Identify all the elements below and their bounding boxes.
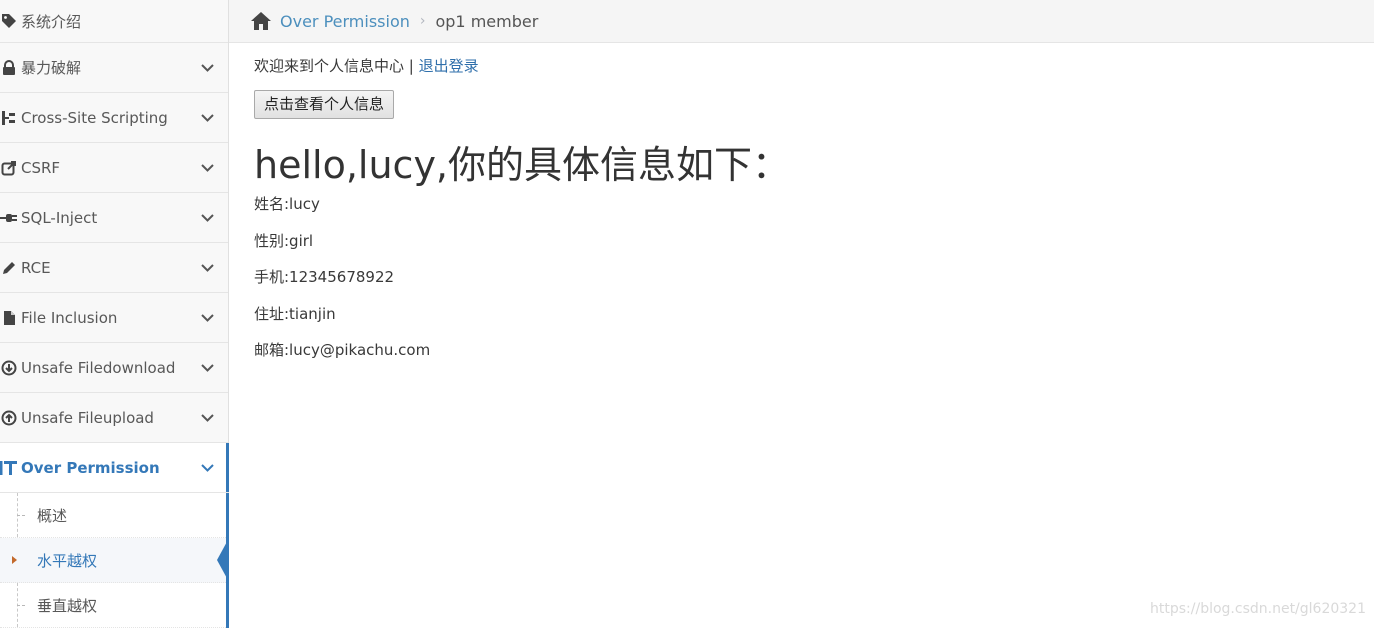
upload-circle-icon — [0, 409, 18, 427]
logout-link[interactable]: 退出登录 — [419, 57, 479, 75]
sidebar-item-unsafe-filedownload[interactable]: Unsafe Filedownload — [0, 343, 228, 393]
share-icon — [0, 159, 18, 177]
sidebar-item-rce[interactable]: RCE — [0, 243, 228, 293]
active-pointer — [217, 538, 229, 582]
lock-icon — [0, 59, 18, 77]
sidebar-item-label: Unsafe Filedownload — [21, 358, 176, 377]
sidebar: 系统介绍 暴力破解 Cross-Site Scripting CSRF SQL-… — [0, 0, 229, 628]
plug-icon — [0, 209, 18, 227]
download-circle-icon — [0, 359, 18, 377]
submenu-item-label: 垂直越权 — [37, 596, 98, 615]
pencil-icon — [0, 259, 18, 277]
chevron-down-icon — [200, 261, 214, 275]
submenu-item-vertical[interactable]: 垂直越权 — [0, 583, 228, 628]
breadcrumb: Over Permission › op1 member — [229, 0, 1374, 43]
sidebar-item-label: 系统介绍 — [21, 12, 82, 31]
profile-phone: 手机:12345678922 — [254, 268, 395, 286]
welcome-text: 欢迎来到个人信息中心 | — [254, 57, 419, 75]
sidebar-item-label: Cross-Site Scripting — [21, 108, 168, 127]
profile-info: 姓名:lucy 性别:girl 手机:12345678922 住址:tianji… — [254, 193, 1374, 361]
tag-icon — [0, 12, 18, 30]
file-icon — [0, 309, 18, 327]
caret-right-icon — [12, 556, 17, 564]
submenu-item-horizontal[interactable]: 水平越权 — [0, 538, 229, 583]
watermark: https://blog.csdn.net/gl620321 — [1150, 601, 1366, 617]
sidebar-item-label: RCE — [21, 258, 51, 277]
profile-name: 姓名:lucy — [254, 195, 320, 213]
chevron-down-icon — [200, 211, 214, 225]
sidebar-item-brute-force[interactable]: 暴力破解 — [0, 43, 228, 93]
sidebar-item-label: 暴力破解 — [21, 59, 82, 77]
breadcrumb-current: op1 member — [435, 11, 539, 31]
over-permission-submenu: 概述 水平越权 垂直越权 — [0, 493, 229, 628]
sidebar-item-label: SQL-Inject — [21, 208, 98, 227]
submenu-item-label: 概述 — [37, 506, 68, 525]
sidebar-item-file-inclusion[interactable]: File Inclusion — [0, 293, 228, 343]
chevron-down-icon — [200, 161, 214, 175]
sitemap-icon — [0, 109, 18, 127]
chevron-down-icon — [200, 361, 214, 375]
breadcrumb-link-over-permission[interactable]: Over Permission — [280, 12, 410, 31]
profile-address: 住址:tianjin — [254, 304, 336, 323]
sidebar-item-label: Over Permission — [21, 458, 160, 477]
chevron-down-icon — [200, 111, 214, 125]
profile-gender: 性别:girl — [254, 231, 314, 250]
view-profile-button[interactable]: 点击查看个人信息 — [254, 90, 395, 119]
chevron-down-icon — [200, 311, 214, 325]
submenu-item-label: 水平越权 — [37, 551, 98, 570]
sidebar-item-label: CSRF — [21, 158, 61, 177]
main-content: 欢迎来到个人信息中心 | 退出登录 点击查看个人信息 hello,lucy,你的… — [254, 55, 1374, 361]
chevron-down-icon — [200, 411, 214, 425]
breadcrumb-separator-icon: › — [419, 13, 426, 29]
sidebar-item-unsafe-fileupload[interactable]: Unsafe Fileupload — [0, 393, 228, 443]
submenu-item-overview[interactable]: 概述 — [0, 493, 228, 538]
sidebar-item-label: File Inclusion — [21, 308, 118, 327]
sidebar-item-over-permission[interactable]: Over Permission — [0, 443, 229, 493]
home-icon[interactable] — [250, 11, 272, 31]
sidebar-item-xss[interactable]: Cross-Site Scripting — [0, 93, 228, 143]
sidebar-item-label: Unsafe Fileupload — [21, 408, 154, 427]
text-height-icon — [0, 459, 18, 477]
page-heading: hello,lucy,你的具体信息如下： — [254, 143, 791, 187]
sidebar-item-intro[interactable]: 系统介绍 — [0, 0, 228, 43]
sidebar-item-csrf[interactable]: CSRF — [0, 143, 228, 193]
chevron-down-icon — [200, 61, 214, 75]
sidebar-item-sql-inject[interactable]: SQL-Inject — [0, 193, 228, 243]
welcome-line: 欢迎来到个人信息中心 | 退出登录 — [254, 55, 1374, 77]
profile-email: 邮箱:lucy@pikachu.com — [254, 341, 431, 359]
chevron-down-icon — [200, 461, 214, 475]
